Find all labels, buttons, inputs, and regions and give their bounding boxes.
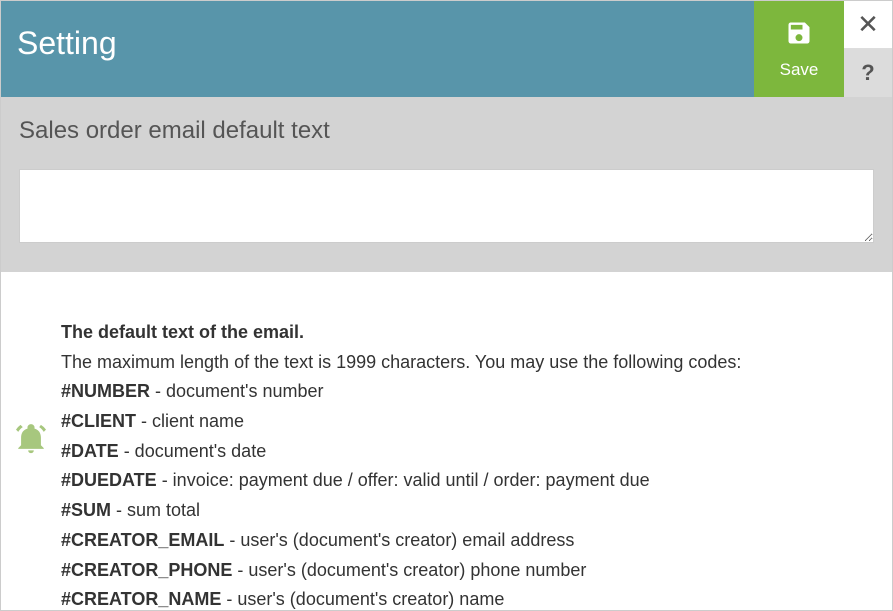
- header-right-column: ✕ ?: [844, 1, 892, 97]
- help-code-line: #CREATOR_EMAIL - user's (document's crea…: [61, 526, 874, 556]
- help-code-token: #CREATOR_NAME: [61, 589, 221, 609]
- help-code-line: #CREATOR_PHONE - user's (document's crea…: [61, 556, 874, 586]
- page-title: Setting: [1, 1, 754, 97]
- help-code-line: #NUMBER - document's number: [61, 377, 874, 407]
- help-icon: ?: [861, 60, 874, 86]
- help-code-line: #DATE - document's date: [61, 437, 874, 467]
- help-code-desc: - sum total: [111, 500, 200, 520]
- email-default-text-input[interactable]: [19, 169, 874, 243]
- help-code-line: #CLIENT - client name: [61, 407, 874, 437]
- setting-dialog: Setting Save ✕ ? Sales order email defau…: [0, 0, 893, 611]
- save-icon: [785, 19, 813, 52]
- help-code-desc: - document's date: [119, 441, 267, 461]
- help-code-desc: - document's number: [150, 381, 324, 401]
- help-intro-line: The maximum length of the text is 1999 c…: [61, 348, 874, 378]
- bell-column: [1, 318, 61, 461]
- help-code-line: #SUM - sum total: [61, 496, 874, 526]
- help-code-token: #CLIENT: [61, 411, 136, 431]
- close-icon: ✕: [857, 9, 879, 40]
- subheader: Sales order email default text: [1, 97, 892, 272]
- help-code-token: #NUMBER: [61, 381, 150, 401]
- content: The default text of the email. The maxim…: [1, 272, 892, 611]
- subheader-title: Sales order email default text: [19, 117, 874, 145]
- save-label: Save: [780, 60, 819, 80]
- help-code-token: #SUM: [61, 500, 111, 520]
- help-code-desc: - user's (document's creator) email addr…: [224, 530, 574, 550]
- help-code-desc: - user's (document's creator) name: [221, 589, 504, 609]
- help-intro-bold: The default text of the email.: [61, 322, 304, 342]
- help-code-token: #CREATOR_PHONE: [61, 560, 232, 580]
- help-button[interactable]: ?: [844, 49, 892, 97]
- help-code-token: #CREATOR_EMAIL: [61, 530, 224, 550]
- help-code-line: #DUEDATE - invoice: payment due / offer:…: [61, 466, 874, 496]
- help-code-token: #DATE: [61, 441, 119, 461]
- help-code-token: #DUEDATE: [61, 470, 157, 490]
- header: Setting Save ✕ ?: [1, 1, 892, 97]
- help-code-line: #CREATOR_NAME - user's (document's creat…: [61, 585, 874, 611]
- help-code-desc: - user's (document's creator) phone numb…: [232, 560, 586, 580]
- bell-icon: [14, 422, 48, 461]
- save-button[interactable]: Save: [754, 1, 844, 97]
- close-button[interactable]: ✕: [844, 1, 892, 49]
- help-code-desc: - invoice: payment due / offer: valid un…: [157, 470, 650, 490]
- help-code-desc: - client name: [136, 411, 244, 431]
- help-text: The default text of the email. The maxim…: [61, 318, 874, 611]
